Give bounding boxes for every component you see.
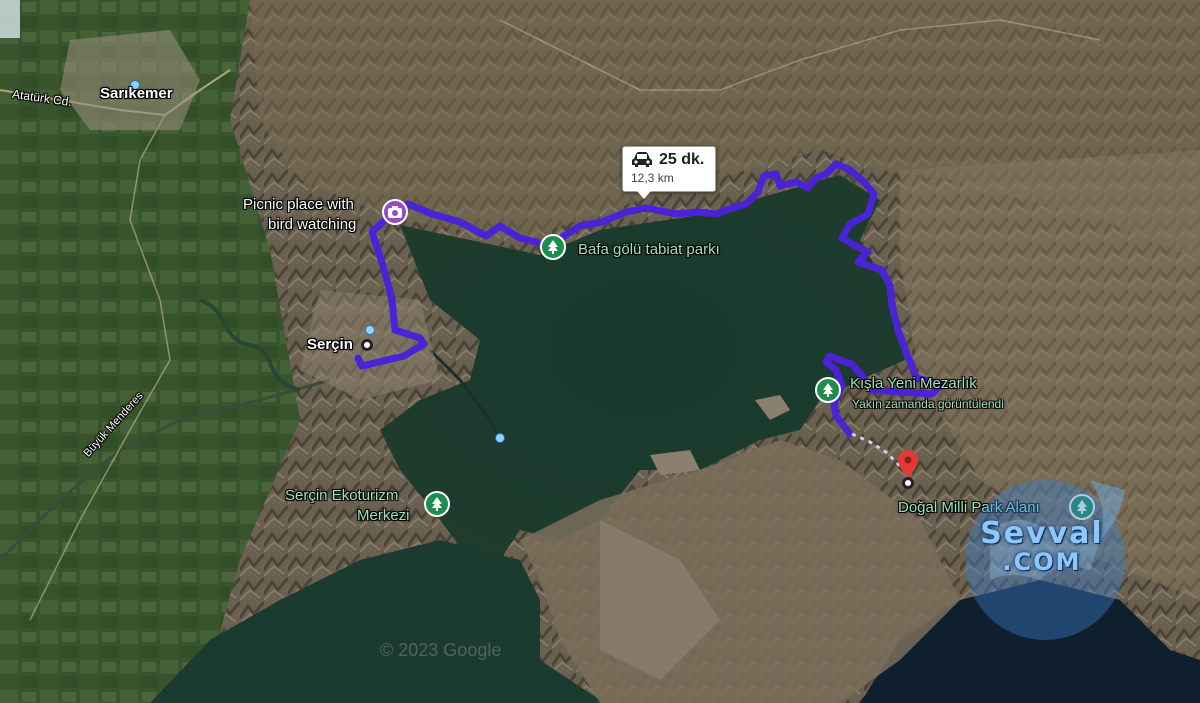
place-label-kisla[interactable]: Kışla Yeni Mezarlık <box>850 376 977 392</box>
tree-icon[interactable] <box>424 491 450 517</box>
route-duration: 25 dk. <box>659 151 705 168</box>
destination-pin-icon[interactable] <box>898 450 918 478</box>
route-info-box[interactable]: 25 dk. 12,3 km <box>622 146 716 199</box>
lake-point-marker[interactable] <box>495 433 505 443</box>
watermark-line1: Sevval <box>980 516 1104 551</box>
route-distance: 12,3 km <box>631 171 674 185</box>
route-start-marker[interactable] <box>361 339 373 351</box>
place-label-bafa[interactable]: Bafa gölü tabiat parkı <box>578 242 720 258</box>
tree-icon[interactable] <box>815 377 841 403</box>
place-label-sercin-eko-line2[interactable]: Merkezi <box>357 508 410 524</box>
place-label-kisla-sub: Yakın zamanda görüntülendi <box>852 397 1004 411</box>
destination-marker[interactable] <box>902 477 914 489</box>
sercin-small-marker[interactable] <box>365 325 375 335</box>
watermark-text: Sevval .COM <box>962 516 1122 577</box>
watermark-line2: .COM <box>1002 548 1082 576</box>
place-label-sercin[interactable]: Serçin <box>307 337 353 353</box>
camera-icon[interactable] <box>382 199 408 225</box>
tree-icon[interactable] <box>540 234 566 260</box>
place-label-picnic-line2[interactable]: bird watching <box>268 217 356 233</box>
car-icon <box>632 152 652 167</box>
place-label-sarikemer[interactable]: Sarıkemer <box>100 86 173 102</box>
map-copyright: © 2023 Google <box>380 640 502 660</box>
place-label-picnic-line1[interactable]: Picnic place with <box>243 197 354 213</box>
map-canvas[interactable]: Atatürk Cd. Büyük Menderes Sarıkemer Pic… <box>0 0 1200 703</box>
place-label-sercin-eko-line1[interactable]: Serçin Ekoturizm <box>285 488 398 504</box>
